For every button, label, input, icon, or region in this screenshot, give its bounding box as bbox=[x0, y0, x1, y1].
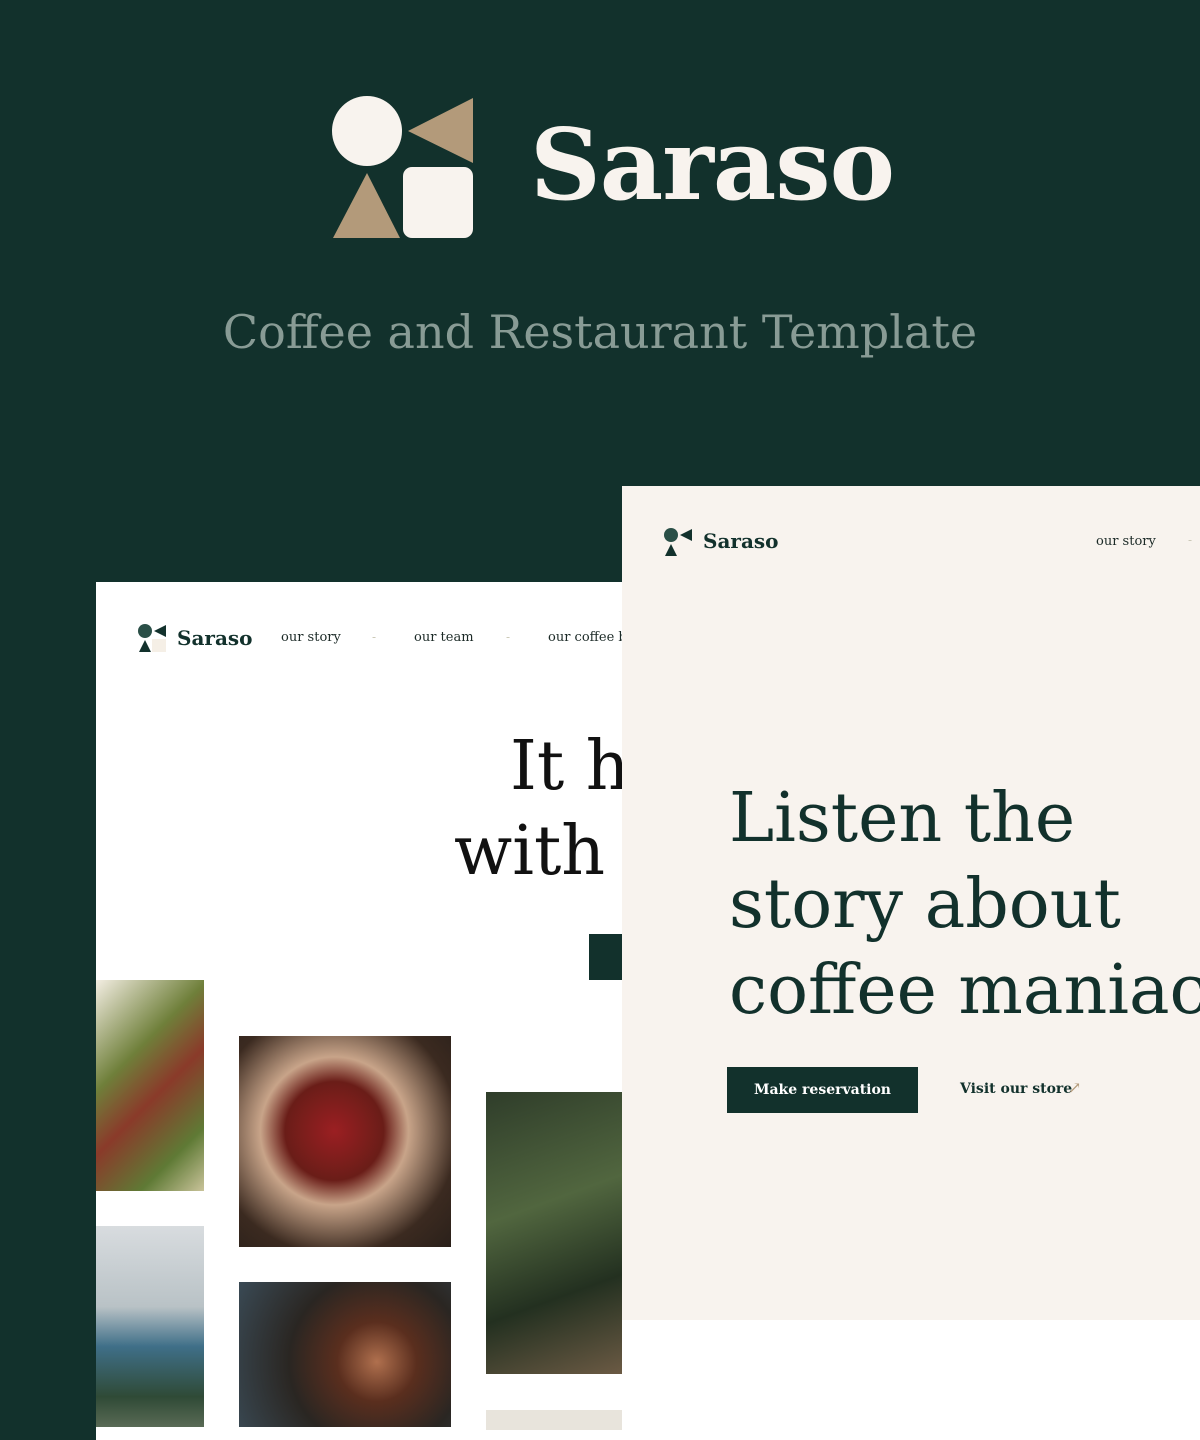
right-brand: Saraso bbox=[703, 529, 779, 553]
hero-line-1: It h bbox=[510, 727, 622, 806]
saraso-logo-icon bbox=[332, 96, 473, 238]
nav-separator: - bbox=[506, 630, 511, 644]
nav-our-coffee[interactable]: our coffee b bbox=[548, 630, 622, 645]
small-logo-icon bbox=[664, 528, 692, 556]
brand-title: Saraso bbox=[530, 108, 895, 223]
nav-separator: - bbox=[1188, 533, 1193, 547]
hero-line-2: with bbox=[454, 812, 606, 891]
nav-our-story[interactable]: our story bbox=[281, 630, 341, 645]
hero-line-3: coffee maniacs bbox=[729, 951, 1200, 1030]
small-logo-icon bbox=[138, 624, 166, 652]
photo-mountain-landscape bbox=[96, 1226, 204, 1427]
right-preview-card: Saraso our story - Listen the story abou… bbox=[622, 486, 1200, 1320]
hero-line-2: story about bbox=[729, 865, 1121, 944]
nav-our-team[interactable]: our team bbox=[414, 630, 474, 645]
make-reservation-button[interactable]: Make reservation bbox=[727, 1067, 918, 1113]
visit-store-link[interactable]: Visit our store bbox=[960, 1081, 1072, 1097]
arrow-up-right-icon: ↗ bbox=[1068, 1078, 1082, 1097]
hero-line-1: Listen the bbox=[729, 779, 1076, 858]
nav-separator: - bbox=[372, 630, 377, 644]
left-brand: Saraso bbox=[177, 626, 253, 650]
subtitle: Coffee and Restaurant Template bbox=[222, 305, 978, 359]
left-preview-card: Saraso our story - our team - our coffee… bbox=[96, 582, 622, 1440]
photo-woman-with-coffee bbox=[239, 1282, 451, 1427]
photo-coffee-picker bbox=[486, 1092, 622, 1374]
right-preview-lower-section bbox=[622, 1320, 1200, 1440]
hero-button[interactable] bbox=[589, 934, 622, 980]
photo-hands-coffee-beans bbox=[239, 1036, 451, 1247]
nav-our-story[interactable]: our story bbox=[1096, 534, 1156, 549]
hero-heading: Listen the story about coffee maniacs bbox=[729, 776, 1200, 1034]
photo-coffee-cherries-branch bbox=[96, 980, 204, 1191]
photo-partial bbox=[486, 1410, 622, 1430]
